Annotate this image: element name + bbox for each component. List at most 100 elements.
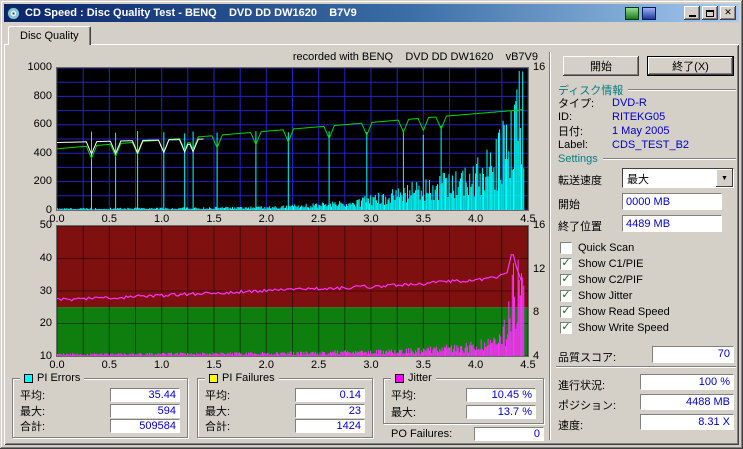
axis-tick-label: 600 <box>34 119 52 129</box>
disc-label-label: Label: <box>558 139 612 151</box>
axis-tick-label: 1.0 <box>151 359 173 371</box>
tab-label: Disc Quality <box>20 30 79 42</box>
pi-errors-average-value: 35.44 <box>110 388 180 402</box>
disc-date-row: 日付: 1 May 2005 <box>558 124 736 138</box>
pi-failures-total-value: 1424 <box>295 419 365 433</box>
axis-tick-label: 30 <box>40 286 52 296</box>
axis-tick-label: 50 <box>40 220 52 230</box>
checkbox-label: Show C2/PIF <box>578 274 643 286</box>
axis-tick-label: 1.5 <box>203 213 225 225</box>
checkbox-show-c2-pif[interactable]: ✓ Show C2/PIF <box>560 272 736 288</box>
disc-button-icon[interactable] <box>642 7 656 20</box>
checkbox-box[interactable] <box>560 242 572 254</box>
checkbox-label: Quick Scan <box>578 242 634 254</box>
disc-label-value: CDS_TEST_B2 <box>612 139 689 151</box>
checkbox-show-jitter[interactable]: ✓ Show Jitter <box>560 288 736 304</box>
top-chart-right-axis: 16 <box>533 62 559 215</box>
titlebar[interactable]: CD Speed : Disc Quality Test - BENQ DVD … <box>4 4 739 22</box>
axis-tick-label: 2.0 <box>255 213 277 225</box>
disc-type-label: タイプ: <box>558 95 612 111</box>
transfer-speed-select[interactable]: 最大 ▼ <box>622 168 734 188</box>
quality-score-value: 70 <box>652 346 734 363</box>
checkbox-box[interactable]: ✓ <box>560 258 572 270</box>
position-label: ポジション: <box>558 397 616 411</box>
start-position-label: 開始 <box>558 196 580 210</box>
axis-tick-label: 1000 <box>28 62 52 72</box>
disc-date-label: 日付: <box>558 123 612 139</box>
check-icon: ✓ <box>561 306 570 317</box>
axis-tick-label: 0.5 <box>98 213 120 225</box>
axis-tick-label: 3.5 <box>412 213 434 225</box>
checkbox-show-c1-pie[interactable]: ✓Show C1/PIE <box>560 256 736 272</box>
maximize-button[interactable] <box>702 6 718 20</box>
axis-tick-label: 0.0 <box>46 359 68 371</box>
end-position-input[interactable] <box>622 215 722 232</box>
stat-label: 平均: <box>391 387 416 403</box>
stat-label: 合計: <box>20 418 45 434</box>
pi-errors-chart <box>57 68 528 210</box>
axis-tick-label: 3.0 <box>360 359 382 371</box>
window-title: CD Speed : Disc Quality Test - BENQ DVD … <box>25 7 622 19</box>
checkbox-label: Show Jitter <box>578 290 632 302</box>
stat-row: 平均: 35.44 <box>20 388 180 402</box>
disc-id-row: ID: RITEKG05 <box>558 110 736 124</box>
stat-label: 最大: <box>20 403 45 419</box>
checkbox-show-write-speed[interactable]: ✓Show Write Speed <box>560 320 736 336</box>
progress-value: 100 % <box>640 374 734 390</box>
pi-errors-swatch-icon <box>24 374 33 383</box>
stat-row: 合計: 1424 <box>205 419 365 433</box>
end-position-label: 終了位置 <box>558 218 602 232</box>
graph-button-icon[interactable] <box>625 7 639 20</box>
jitter-statbox: Jitter 平均: 10.45 % 最大: 13.7 % <box>383 378 544 424</box>
settings-header: Settings <box>558 153 598 165</box>
disc-date-value: 1 May 2005 <box>612 125 669 137</box>
check-icon: ✓ <box>561 258 570 269</box>
po-failures-label: PO Failures: <box>391 428 452 440</box>
chevron-down-icon: ▼ <box>721 175 728 182</box>
speed-label: 速度: <box>558 417 583 431</box>
header-rule <box>628 89 736 91</box>
close-button[interactable]: ✕ <box>720 6 736 20</box>
axis-tick-label: 3.5 <box>412 359 434 371</box>
recorded-with-header: recorded with BENQ DVD DD DW1620 vB7V9 <box>57 51 538 63</box>
top-chart-x-axis: 0.00.51.01.52.02.53.03.54.04.5 <box>46 213 539 225</box>
separator <box>556 366 736 368</box>
checkbox-box[interactable]: ✓ <box>560 306 572 318</box>
stat-row: 最大: 13.7 % <box>391 405 536 419</box>
checkbox-show-read-speed[interactable]: ✓ Show Read Speed <box>560 304 736 320</box>
axis-tick-label: 16 <box>533 220 545 230</box>
jitter-swatch-icon <box>395 374 404 383</box>
disc-type-row: タイプ: DVD-R <box>558 96 736 110</box>
tab-disc-quality[interactable]: Disc Quality <box>8 26 91 45</box>
header-rule <box>603 158 736 160</box>
axis-tick-label: 8 <box>533 307 539 317</box>
pi-errors-chart-canvas <box>57 68 528 210</box>
axis-tick-label: 4.0 <box>465 359 487 371</box>
checkbox-box[interactable]: ✓ <box>560 274 572 286</box>
start-position-input[interactable] <box>622 193 722 210</box>
checkbox-box[interactable]: ✓ <box>560 322 572 334</box>
checkbox-label: Show Read Speed <box>578 306 670 318</box>
checkbox-box[interactable]: ✓ <box>560 290 572 302</box>
pi-errors-statbox: PI Errors 平均: 35.44 最大: 594 合計: 509584 <box>12 378 188 438</box>
exit-button[interactable]: 終了(X) <box>647 56 734 76</box>
axis-tick-label: 2.0 <box>255 359 277 371</box>
jitter-max-value: 13.7 % <box>466 405 536 419</box>
quality-score-label: 品質スコア: <box>558 349 616 363</box>
po-failures-value: 0 <box>474 427 544 441</box>
jitter-chart-left-axis: 5040302010 <box>10 220 52 361</box>
start-button[interactable]: 開始 <box>563 56 639 76</box>
app-icon <box>7 7 20 20</box>
combo-dropdown-button[interactable]: ▼ <box>716 169 733 187</box>
pi-errors-title: PI Errors <box>37 372 80 384</box>
stat-row: 最大: 594 <box>20 404 180 418</box>
checkbox-quick-scan[interactable]: Quick Scan <box>560 240 736 256</box>
axis-tick-label: 2.5 <box>308 359 330 371</box>
minimize-button[interactable] <box>684 6 700 20</box>
transfer-speed-value: 最大 <box>623 169 716 187</box>
minimize-icon <box>689 15 696 17</box>
pi-failures-title: PI Failures <box>222 372 275 384</box>
axis-tick-label: 1.0 <box>151 213 173 225</box>
app-window: CD Speed : Disc Quality Test - BENQ DVD … <box>0 0 743 449</box>
axis-tick-label: 0.5 <box>98 359 120 371</box>
